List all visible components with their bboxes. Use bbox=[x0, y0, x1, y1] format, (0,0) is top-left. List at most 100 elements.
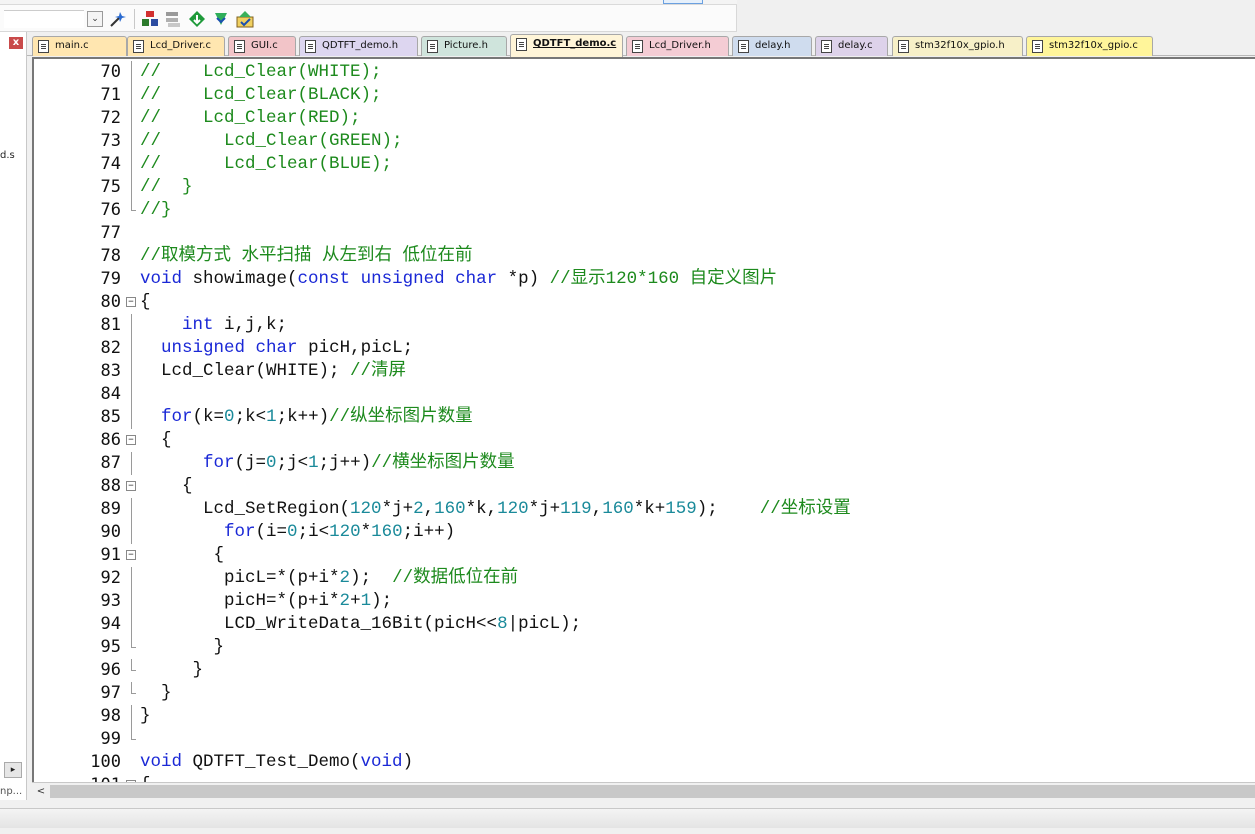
code-line[interactable]: 82 unsigned char picH,picL; bbox=[34, 337, 1255, 360]
code-text: // Lcd_Clear(WHITE); bbox=[140, 61, 382, 84]
tab-stm32f10x-gpio-h[interactable]: stm32f10x_gpio.h bbox=[892, 36, 1023, 56]
scrollbar-thumb[interactable] bbox=[50, 785, 1255, 798]
code-line[interactable]: 73 // Lcd_Clear(GREEN); bbox=[34, 130, 1255, 153]
code-line[interactable]: 89 Lcd_SetRegion(120*j+2,160*k,120*j+119… bbox=[34, 498, 1255, 521]
tab-stm32f10x-gpio-c[interactable]: stm32f10x_gpio.c bbox=[1026, 36, 1153, 56]
tab-qdtft-demo-c[interactable]: QDTFT_demo.c bbox=[510, 34, 623, 57]
code-line[interactable]: 75 // } bbox=[34, 176, 1255, 199]
file-icon bbox=[133, 40, 144, 53]
code-line[interactable]: 92 picL=*(p+i*2); //数据低位在前 bbox=[34, 567, 1255, 590]
code-line[interactable]: 97 } bbox=[34, 682, 1255, 705]
keyword-token: char bbox=[255, 338, 298, 358]
tab-delay-c[interactable]: delay.c bbox=[815, 36, 888, 56]
tab-picture-h[interactable]: Picture.h bbox=[421, 36, 507, 56]
tab-qdtft-demo-h[interactable]: QDTFT_demo.h bbox=[299, 36, 418, 56]
code-line[interactable]: 79 void showimage(const unsigned char *p)… bbox=[34, 268, 1255, 291]
line-number: 79 bbox=[100, 269, 121, 289]
horizontal-scrollbar[interactable]: < bbox=[32, 782, 1255, 800]
code-token: (k= bbox=[192, 407, 225, 427]
fold-toggle-icon[interactable]: − bbox=[126, 435, 136, 445]
code-text: // Lcd_Clear(RED); bbox=[140, 107, 361, 130]
code-line[interactable]: 85 for(k=0;k<1;k++)//纵坐标图片数量 bbox=[34, 406, 1255, 429]
code-token: ;i++) bbox=[402, 522, 456, 542]
code-line[interactable]: 101−{ bbox=[34, 774, 1255, 782]
code-text: { bbox=[140, 475, 193, 498]
code-line[interactable]: 78 //取模方式 水平扫描 从左到右 低位在前 bbox=[34, 245, 1255, 268]
wand-icon[interactable] bbox=[108, 9, 128, 29]
code-line[interactable]: 100 void QDTFT_Test_Demo(void) bbox=[34, 751, 1255, 774]
code-line[interactable]: 80−{ bbox=[34, 291, 1255, 314]
number-token: 160 bbox=[602, 499, 634, 519]
fold-guide bbox=[131, 61, 132, 84]
code-line[interactable]: 91− { bbox=[34, 544, 1255, 567]
tab-lcd-driver-c[interactable]: Lcd_Driver.c bbox=[127, 36, 225, 56]
code-line[interactable]: 96 } bbox=[34, 659, 1255, 682]
code-text: picH=*(p+i*2+1); bbox=[140, 590, 392, 613]
download-icon[interactable] bbox=[187, 9, 207, 29]
build-icon[interactable] bbox=[140, 9, 160, 29]
code-line[interactable]: 71 // Lcd_Clear(BLACK); bbox=[34, 84, 1255, 107]
comment-token: // Lcd_Clear(BLUE); bbox=[140, 154, 393, 174]
code-line[interactable]: 74 // Lcd_Clear(BLUE); bbox=[34, 153, 1255, 176]
fold-toggle-icon[interactable]: − bbox=[126, 297, 136, 307]
tab-lcd-driver-h[interactable]: Lcd_Driver.h bbox=[626, 36, 729, 56]
scroll-right-icon[interactable]: ▸ bbox=[4, 762, 22, 778]
keyword-token: void bbox=[140, 752, 183, 772]
code-line[interactable]: 77 bbox=[34, 222, 1255, 245]
line-number: 93 bbox=[100, 591, 121, 611]
fold-end-marker bbox=[131, 728, 136, 740]
code-text: LCD_WriteData_16Bit(picH<<8|picL); bbox=[140, 613, 581, 636]
code-line[interactable]: 83 Lcd_Clear(WHITE); //清屏 bbox=[34, 360, 1255, 383]
code-line[interactable]: 86− { bbox=[34, 429, 1255, 452]
file-icon bbox=[234, 40, 245, 53]
project-panel-tab-fragment[interactable]: np... bbox=[0, 786, 22, 797]
scroll-left-icon[interactable]: < bbox=[34, 785, 48, 798]
code-line[interactable]: 84 bbox=[34, 383, 1255, 406]
code-line[interactable]: 95 } bbox=[34, 636, 1255, 659]
line-number: 81 bbox=[100, 315, 121, 335]
code-editor[interactable]: 70 // Lcd_Clear(WHITE); 71 // Lcd_Clear(BLA… bbox=[32, 57, 1255, 782]
fold-guide bbox=[131, 452, 132, 475]
options-icon[interactable] bbox=[235, 9, 255, 29]
dropdown-arrow-icon[interactable]: ⌄ bbox=[87, 11, 103, 27]
code-line[interactable]: 87 for(j=0;j<1;j++)//横坐标图片数量 bbox=[34, 452, 1255, 475]
tab-gui-c[interactable]: GUI.c bbox=[228, 36, 296, 56]
project-panel-file-fragment[interactable]: d.s bbox=[0, 150, 15, 161]
fold-guide bbox=[131, 153, 132, 176]
code-line[interactable]: 88− { bbox=[34, 475, 1255, 498]
keyword-token: unsigned bbox=[161, 338, 246, 358]
fold-guide bbox=[131, 406, 132, 429]
code-line[interactable]: 99 bbox=[34, 728, 1255, 751]
keyword-token: const bbox=[297, 269, 351, 289]
code-text: //取模方式 水平扫描 从左到右 低位在前 bbox=[140, 245, 473, 268]
fold-toggle-icon[interactable]: − bbox=[126, 481, 136, 491]
fold-end-marker bbox=[131, 199, 136, 211]
tab-delay-h[interactable]: delay.h bbox=[732, 36, 812, 56]
file-icon bbox=[516, 38, 527, 51]
batch-build-icon[interactable] bbox=[163, 9, 183, 29]
fold-end-marker bbox=[131, 659, 136, 671]
line-number: 78 bbox=[100, 246, 121, 266]
code-line[interactable]: 81 int i,j,k; bbox=[34, 314, 1255, 337]
file-icon bbox=[38, 40, 49, 53]
file-icon bbox=[898, 40, 909, 53]
toolbar-target-field[interactable] bbox=[4, 10, 84, 28]
code-line[interactable]: 72 // Lcd_Clear(RED); bbox=[34, 107, 1255, 130]
number-token: 1 bbox=[266, 407, 277, 427]
code-line[interactable]: 70 // Lcd_Clear(WHITE); bbox=[34, 61, 1255, 84]
code-line[interactable]: 90 for(i=0;i<120*160;i++) bbox=[34, 521, 1255, 544]
code-token: ;j++) bbox=[318, 453, 372, 473]
fold-toggle-icon[interactable]: − bbox=[126, 550, 136, 560]
code-text: } bbox=[140, 705, 151, 728]
debug-icon[interactable] bbox=[211, 9, 231, 29]
code-line[interactable]: 98} bbox=[34, 705, 1255, 728]
code-line[interactable]: 94 LCD_WriteData_16Bit(picH<<8|picL); bbox=[34, 613, 1255, 636]
line-number: 100 bbox=[90, 752, 121, 772]
code-line[interactable]: 93 picH=*(p+i*2+1); bbox=[34, 590, 1255, 613]
tab-main-c[interactable]: main.c bbox=[32, 36, 127, 56]
code-line[interactable]: 76 //} bbox=[34, 199, 1255, 222]
close-icon[interactable]: x bbox=[9, 37, 23, 49]
line-number: 80 bbox=[100, 292, 121, 312]
line-number: 70 bbox=[100, 62, 121, 82]
